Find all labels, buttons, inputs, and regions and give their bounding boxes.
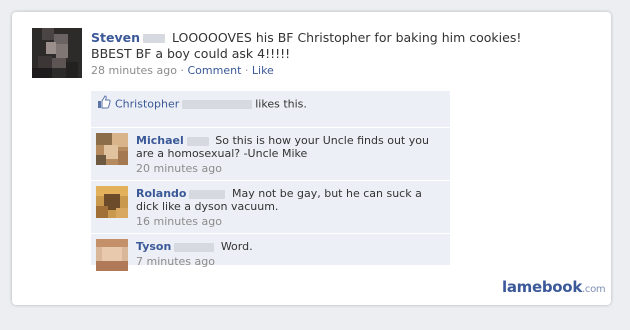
post-author[interactable]: Steven <box>91 30 140 45</box>
post-message: Steven LOOOOOVES his BF Christopher for … <box>91 30 561 62</box>
comment-body: Rolando May not be gay, but he can suck … <box>136 187 441 228</box>
likes-summary: Christopher likes this. <box>97 95 307 111</box>
thumbs-up-icon <box>97 95 111 114</box>
comment-item: Rolando May not be gay, but he can suck … <box>91 180 450 233</box>
commenter-avatar[interactable] <box>96 133 128 165</box>
comment-text: Word. <box>220 240 253 253</box>
redacted-surname <box>174 242 215 252</box>
story-card: Steven LOOOOOVES his BF Christopher for … <box>12 12 611 305</box>
poster-avatar[interactable] <box>32 28 82 78</box>
post-meta: 28 minutes ago · Comment · Like <box>91 64 274 77</box>
watermark-tld: .com <box>582 284 606 295</box>
meta-separator: · <box>180 64 184 77</box>
redacted-surname <box>142 34 165 43</box>
comment-item: Michael So this is how your Uncle finds … <box>91 127 450 180</box>
like-link[interactable]: Like <box>252 64 274 77</box>
meta-separator: · <box>244 64 249 77</box>
commenter-avatar[interactable] <box>96 239 128 271</box>
comment-body: Michael So this is how your Uncle finds … <box>136 134 441 175</box>
comment-link[interactable]: Comment <box>187 64 241 77</box>
comment-author[interactable]: Tyson <box>136 240 171 253</box>
comment-author[interactable]: Michael <box>136 134 184 147</box>
redacted-surname <box>182 100 253 109</box>
lamebook-watermark: lamebook.com <box>502 278 606 296</box>
likes-suffix: likes this. <box>255 97 307 111</box>
comment-timestamp: 20 minutes ago <box>136 162 222 175</box>
commenter-avatar[interactable] <box>96 186 128 218</box>
watermark-brand: lamebook <box>502 278 582 296</box>
redacted-surname <box>186 136 209 146</box>
redacted-surname <box>189 189 226 199</box>
post-timestamp[interactable]: 28 minutes ago <box>91 64 177 77</box>
comment-body: Tyson Word. 7 minutes ago <box>136 240 441 268</box>
comment-timestamp: 7 minutes ago <box>136 255 215 268</box>
comment-timestamp: 16 minutes ago <box>136 215 222 228</box>
comments-box: Christopher likes this. Michael So this i… <box>91 91 450 271</box>
comment-item: Tyson Word. 7 minutes ago <box>91 233 450 271</box>
liker-name[interactable]: Christopher <box>115 98 179 111</box>
comment-author[interactable]: Rolando <box>136 187 186 200</box>
